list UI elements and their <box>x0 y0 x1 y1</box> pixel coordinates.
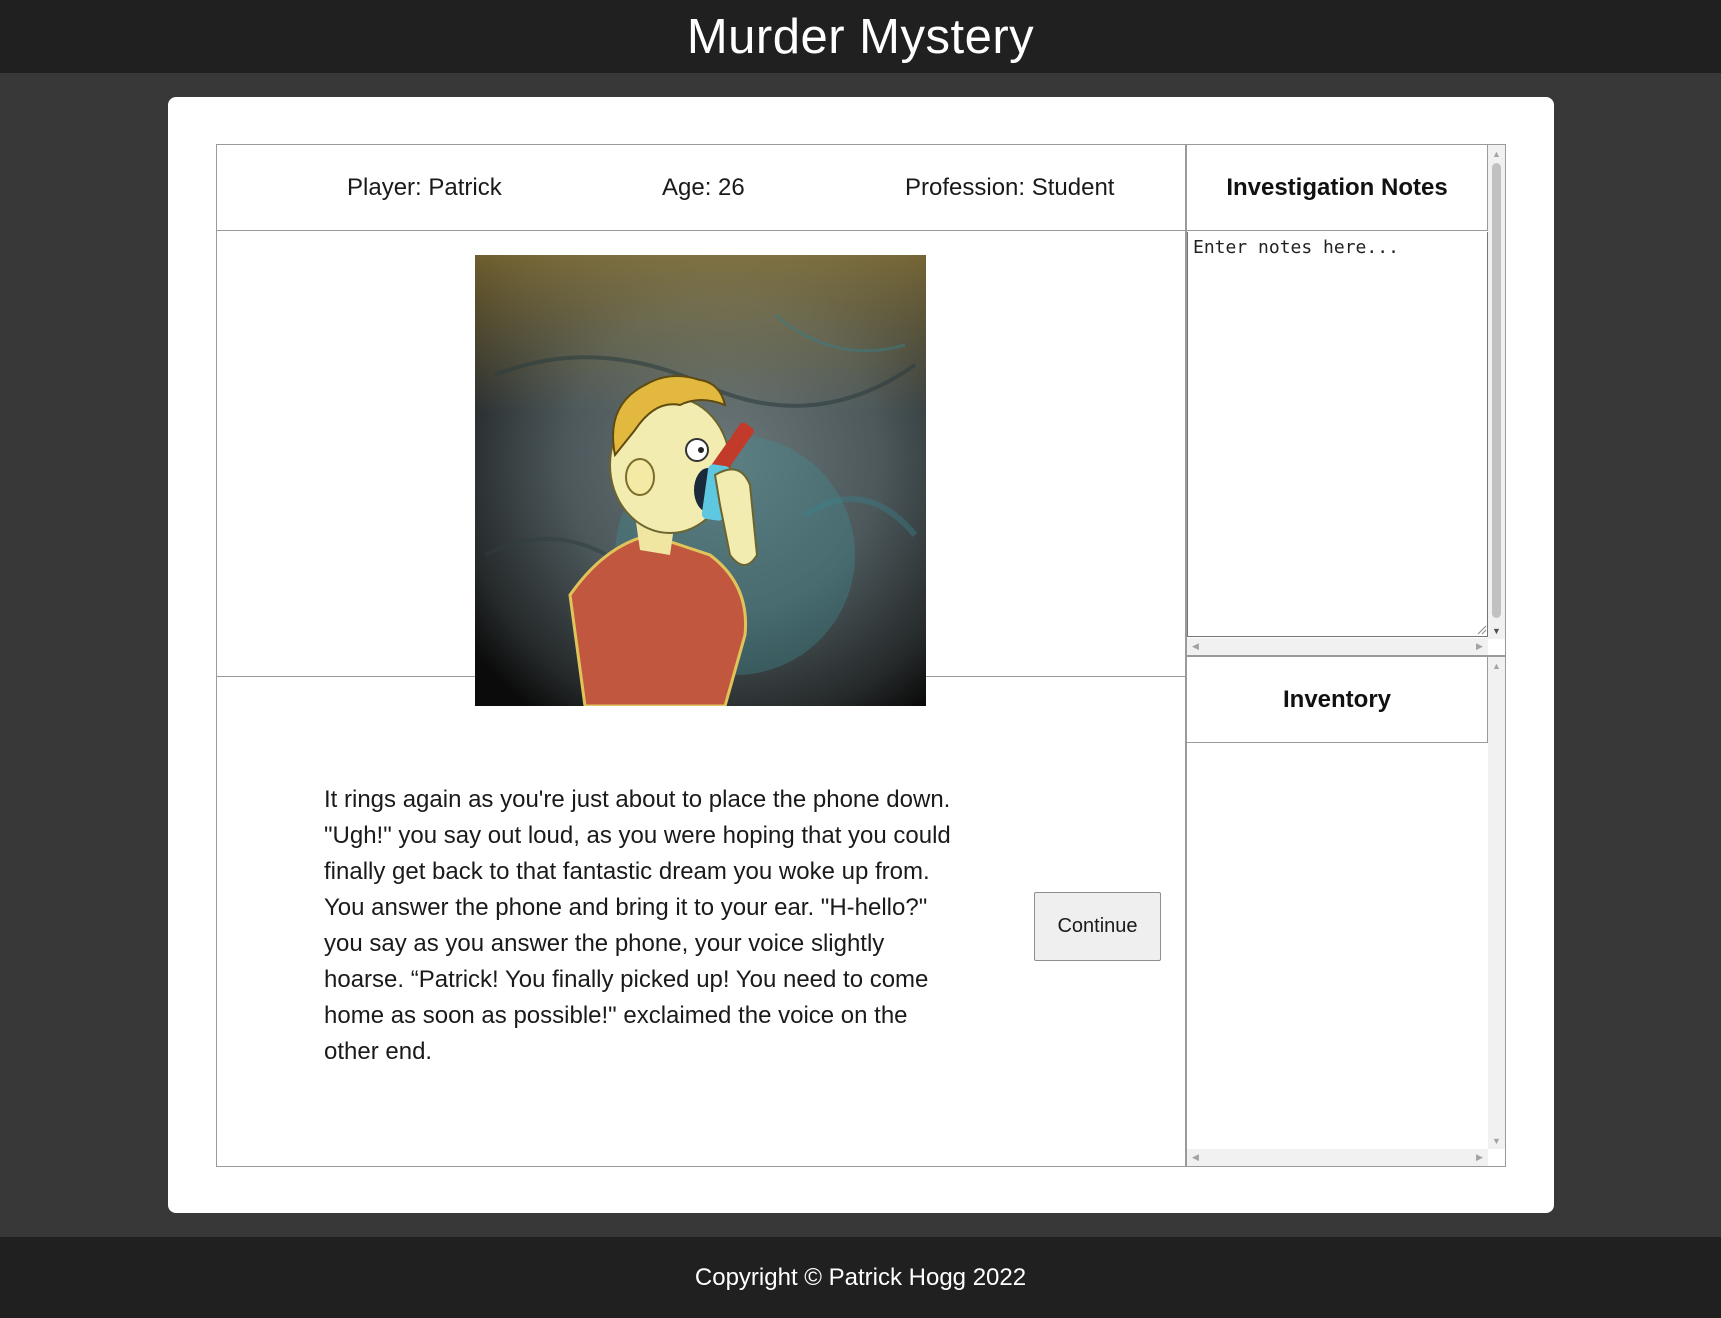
player-name: Player: Patrick <box>347 174 502 201</box>
scene-image-area <box>217 231 1185 706</box>
copyright-text: Copyright © Patrick Hogg 2022 <box>694 1263 1027 1291</box>
investigation-notes-panel: Investigation Notes ▲ ▼ ◀ ▶ <box>1186 144 1506 656</box>
inventory-heading-box: Inventory <box>1187 657 1488 743</box>
site-footer: Copyright © Patrick Hogg 2022 <box>0 1237 1721 1318</box>
scroll-down-icon[interactable]: ▼ <box>1488 622 1505 639</box>
inventory-panel: Inventory ▲ ▼ ◀ ▶ <box>1186 656 1506 1167</box>
scroll-down-icon[interactable]: ▼ <box>1488 1132 1505 1149</box>
scrollbar-thumb[interactable] <box>1492 163 1501 618</box>
notes-vertical-scrollbar[interactable]: ▲ ▼ <box>1488 145 1505 639</box>
player-profession: Profession: Student <box>905 174 1115 201</box>
scroll-right-icon[interactable]: ▶ <box>1471 638 1488 655</box>
site-header: Murder Mystery <box>0 0 1721 73</box>
scroll-left-icon[interactable]: ◀ <box>1187 1149 1204 1166</box>
scene-illustration <box>475 255 926 706</box>
inventory-heading: Inventory <box>1282 685 1392 713</box>
inventory-horizontal-scrollbar[interactable]: ◀ ▶ <box>1187 1149 1488 1166</box>
scroll-up-icon[interactable]: ▲ <box>1488 145 1505 162</box>
story-area: It rings again as you're just about to p… <box>217 732 1185 1166</box>
player-info-bar: Player: Patrick Age: 26 Profession: Stud… <box>217 145 1185 231</box>
notes-horizontal-scrollbar[interactable]: ◀ ▶ <box>1187 638 1488 655</box>
resize-grip-icon[interactable] <box>1475 623 1487 635</box>
notes-heading-box: Investigation Notes <box>1187 145 1488 231</box>
player-age: Age: 26 <box>662 174 745 201</box>
game-panel: Player: Patrick Age: 26 Profession: Stud… <box>216 144 1186 1167</box>
continue-button[interactable]: Continue <box>1034 892 1161 961</box>
notes-heading: Investigation Notes <box>1226 173 1448 201</box>
story-text: It rings again as you're just about to p… <box>324 786 951 1065</box>
inventory-vertical-scrollbar[interactable]: ▲ ▼ <box>1488 657 1505 1149</box>
notes-textarea[interactable] <box>1187 232 1488 637</box>
scroll-right-icon[interactable]: ▶ <box>1471 1149 1488 1166</box>
page-title: Murder Mystery <box>686 9 1035 64</box>
scroll-up-icon[interactable]: ▲ <box>1488 657 1505 674</box>
scroll-left-icon[interactable]: ◀ <box>1187 638 1204 655</box>
